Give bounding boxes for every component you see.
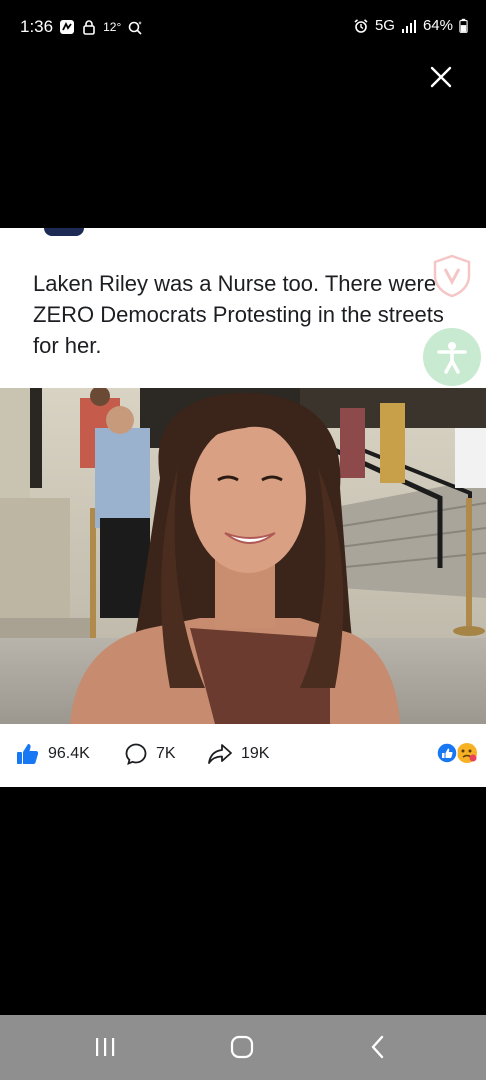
status-time: 1:36 [20,17,54,36]
system-nav-bar [0,1015,486,1080]
status-left: 1:36 12° [20,17,143,37]
comment-count: 7K [156,745,176,762]
share-icon [208,744,232,764]
network-type: 5G [374,17,395,34]
alarm-icon [354,18,368,33]
status-right: 5G 64% [353,17,468,34]
author-avatar[interactable] [44,228,84,236]
recent-apps-button[interactable] [93,1035,117,1064]
lock-icon [83,20,95,35]
comment-button[interactable]: 7K [124,742,176,766]
temperature-text: 12° [103,20,122,34]
like-icon [17,744,39,764]
shield-watermark-icon [433,254,471,298]
reaction-bar: 96.4K 7K 19K [0,724,486,787]
signal-icon [401,19,416,33]
battery-icon [459,18,468,33]
accessibility-icon [437,342,467,374]
close-button[interactable] [428,64,454,90]
close-icon [430,66,452,88]
reaction-summary-icon [436,742,477,764]
home-icon [230,1035,254,1059]
search-sparkle-icon [128,21,143,35]
post-text: Laken Riley was a Nurse too. There were … [33,271,444,358]
like-button[interactable]: 96.4K [16,742,90,766]
status-bar: 1:36 12° 5G 64% [0,0,486,54]
back-icon [371,1035,384,1059]
recent-apps-icon [96,1038,115,1056]
post-photo[interactable] [0,388,486,724]
share-button[interactable]: 19K [207,742,269,766]
battery-percent: 64% [422,17,453,34]
share-count: 19K [241,745,270,762]
like-count: 96.4K [48,745,90,762]
accessibility-button[interactable] [423,328,481,386]
back-button[interactable] [368,1035,388,1064]
photo-illustration [0,388,486,724]
comment-icon [125,743,147,766]
post-card: Laken Riley was a Nurse too. There were … [0,228,486,787]
home-button[interactable] [229,1035,255,1064]
reaction-summary[interactable] [436,742,478,764]
app-notification-icon [60,20,75,34]
